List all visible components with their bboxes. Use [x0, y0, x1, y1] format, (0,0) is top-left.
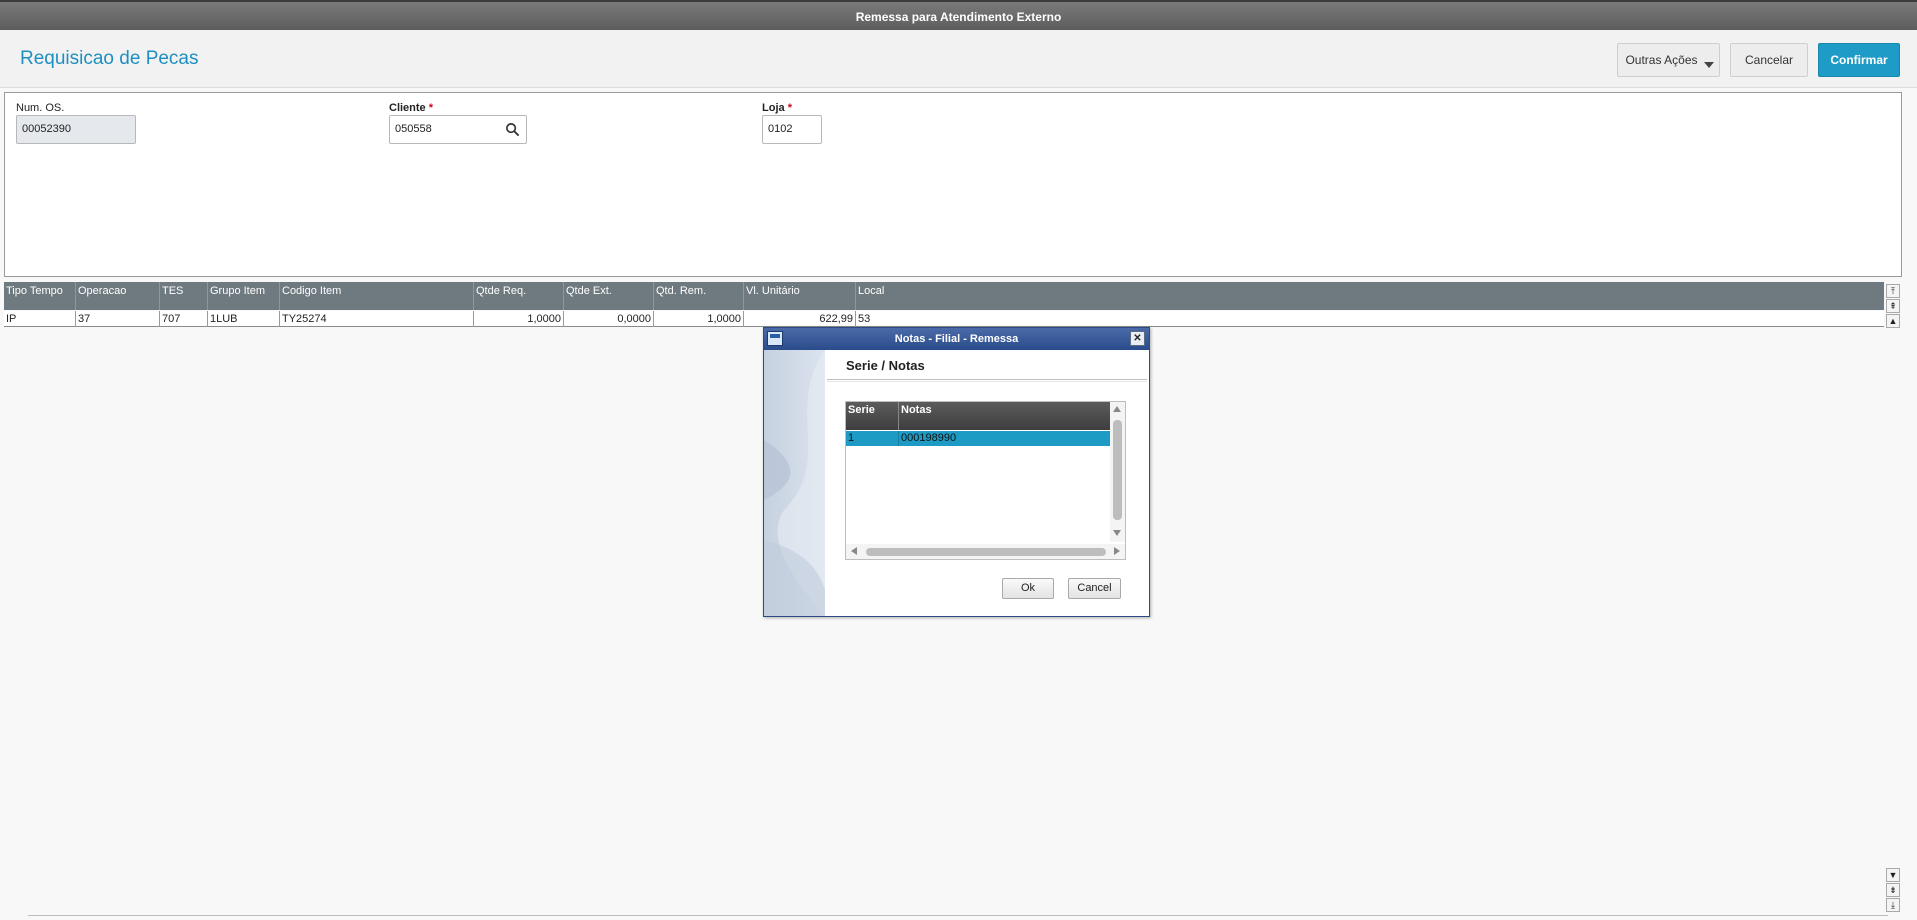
column-header[interactable]: TES: [160, 282, 208, 310]
table-cell: 53: [858, 313, 871, 325]
horizontal-scrollbar[interactable]: [846, 544, 1125, 559]
table-row[interactable]: IP 37 707 1LUB TY25274 1,0000 0,0000 1,0…: [4, 311, 1884, 327]
notas-dialog: Notas - Filial - Remessa ✕ Serie / Notas…: [763, 327, 1150, 617]
divider: [827, 379, 1147, 382]
cliente-field[interactable]: 050558: [389, 115, 527, 144]
grid-header: Tipo Tempo Operacao TES Grupo Item Codig…: [4, 282, 1884, 310]
banner-decoration: [764, 350, 825, 616]
form-panel: Num. OS. 00052390 Cliente * 050558 Loja …: [4, 92, 1902, 277]
list-header: Serie Notas: [846, 402, 1110, 430]
scroll-top-icon[interactable]: ⤒: [1886, 284, 1900, 298]
outras-acoes-label: Outras Ações: [1625, 53, 1698, 67]
table-cell: IP: [4, 311, 76, 327]
column-header[interactable]: Serie: [846, 402, 899, 430]
scrollbar-thumb[interactable]: [1113, 420, 1122, 520]
column-header[interactable]: Qtde Req.: [474, 282, 564, 310]
close-icon[interactable]: ✕: [1130, 331, 1145, 346]
table-cell: 707: [160, 311, 208, 327]
divider: [28, 915, 1888, 916]
cancel-button[interactable]: Cancel: [1068, 578, 1121, 599]
notas-list[interactable]: Serie Notas 1 000198990: [845, 401, 1126, 560]
list-item[interactable]: 1 000198990: [846, 431, 1110, 446]
window-title: Remessa para Atendimento Externo: [0, 0, 1917, 30]
loja-label: Loja *: [762, 102, 792, 114]
cliente-label: Cliente *: [389, 102, 433, 114]
cancelar-button[interactable]: Cancelar: [1730, 43, 1808, 77]
table-cell: 1LUB: [208, 311, 280, 327]
dialog-title: Notas - Filial - Remessa: [894, 333, 1019, 345]
column-header[interactable]: Vl. Unitário: [744, 282, 856, 310]
cliente-label-text: Cliente: [389, 102, 426, 114]
scroll-up-icon[interactable]: ▲: [1886, 314, 1900, 328]
scroll-page-down-icon[interactable]: ⇟: [1886, 883, 1900, 897]
list-cell: 1: [846, 431, 899, 446]
column-header[interactable]: Codigo Item: [280, 282, 474, 310]
scroll-left-icon[interactable]: [851, 547, 857, 555]
table-cell: 1,0000: [654, 311, 744, 327]
num-os-label: Num. OS.: [16, 102, 65, 114]
required-mark: *: [428, 102, 434, 114]
table-cell: TY25274: [280, 311, 474, 327]
list-cell: 000198990: [901, 432, 957, 444]
column-header[interactable]: Operacao: [76, 282, 160, 310]
scrollbar-thumb[interactable]: [866, 548, 1106, 556]
vertical-scrollbar[interactable]: [1110, 402, 1125, 542]
scroll-down-icon[interactable]: [1113, 530, 1121, 536]
loja-label-text: Loja: [762, 102, 785, 114]
table-cell: 37: [76, 311, 160, 327]
column-header[interactable]: Notas: [899, 402, 1110, 430]
required-mark: *: [787, 102, 792, 114]
dialog-heading: Serie / Notas: [846, 358, 925, 373]
column-header[interactable]: Grupo Item: [208, 282, 280, 310]
confirmar-button[interactable]: Confirmar: [1818, 43, 1900, 77]
chevron-down-icon: [1704, 62, 1714, 68]
scroll-up-icon[interactable]: [1113, 406, 1121, 412]
window-icon: [767, 331, 783, 346]
column-header[interactable]: Qtde Ext.: [564, 282, 654, 310]
dialog-side-banner: [764, 350, 825, 616]
loja-field[interactable]: 0102: [762, 115, 822, 144]
column-header[interactable]: Qtd. Rem.: [654, 282, 744, 310]
cliente-value: 050558: [395, 123, 432, 135]
page-title: Requisicao de Pecas: [20, 48, 199, 69]
column-header[interactable]: Local: [856, 282, 1884, 310]
table-cell: 622,99: [744, 311, 856, 327]
page-header: Requisicao de Pecas Outras Ações Cancela…: [0, 30, 1917, 88]
scroll-page-up-icon[interactable]: ⇞: [1886, 299, 1900, 313]
num-os-field[interactable]: 00052390: [16, 115, 136, 144]
outras-acoes-button[interactable]: Outras Ações: [1617, 43, 1720, 77]
table-cell: 1,0000: [474, 311, 564, 327]
scroll-down-icon[interactable]: ▼: [1886, 868, 1900, 882]
search-icon[interactable]: [505, 122, 520, 137]
column-header[interactable]: Tipo Tempo: [4, 282, 76, 310]
scroll-right-icon[interactable]: [1114, 547, 1120, 555]
scroll-bottom-icon[interactable]: ⤓: [1886, 898, 1900, 912]
ok-button[interactable]: Ok: [1002, 578, 1054, 599]
table-cell: 0,0000: [564, 311, 654, 327]
dialog-titlebar[interactable]: Notas - Filial - Remessa ✕: [764, 328, 1149, 350]
